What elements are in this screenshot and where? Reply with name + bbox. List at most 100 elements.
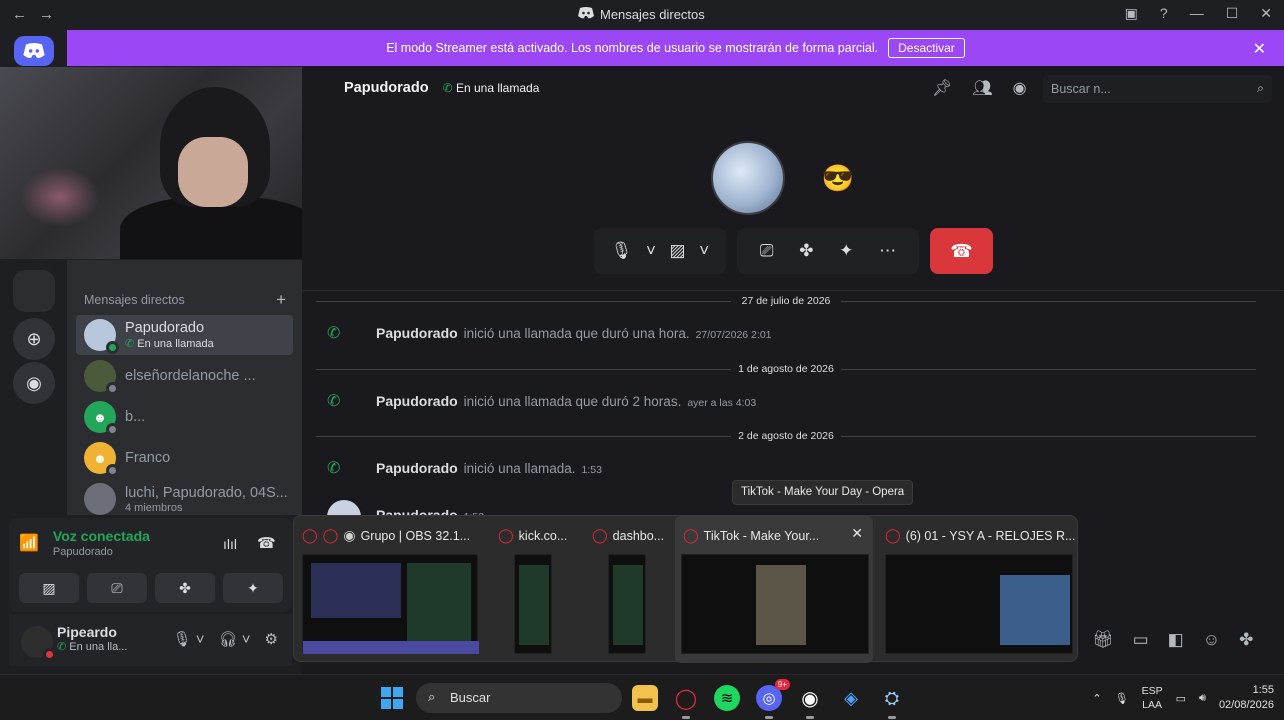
gift-icon[interactable]: 🎁︎ xyxy=(1092,630,1114,650)
add-friend-icon[interactable]: 👥︎ xyxy=(972,78,992,98)
search-input[interactable]: Buscar n... ⌕ xyxy=(1043,75,1272,103)
steam-icon[interactable]: ⛭ xyxy=(879,685,905,719)
nav-arrows[interactable]: ←→ xyxy=(12,6,66,23)
message-author[interactable]: Papudorado xyxy=(376,460,458,476)
inbox-icon[interactable]: ▣ xyxy=(1125,5,1138,22)
dm-item[interactable]: luchi, Papudorado, 04S... 4 miembros xyxy=(76,479,293,519)
chevron-down-icon[interactable]: ˅ xyxy=(699,241,709,261)
task-preview-dashboard[interactable]: ◯ dashbo... xyxy=(584,516,674,663)
signal-icon: 📶 xyxy=(19,535,39,552)
user-avatar[interactable] xyxy=(21,626,56,661)
dm-item[interactable]: elseñordelanoche ... xyxy=(76,356,293,396)
maximize-button[interactable]: ☐ xyxy=(1226,5,1239,22)
call-message: ✆ Papudorado inició una llamada. 1:53 xyxy=(327,458,602,478)
soundboard-button[interactable]: ✦ xyxy=(223,573,283,603)
file-explorer-icon[interactable]: ▬ xyxy=(632,685,658,711)
group-avatar xyxy=(84,483,116,515)
avatar: ☻ xyxy=(84,401,119,436)
channel-status: En una llamada xyxy=(455,81,540,95)
dm-name: Papudorado xyxy=(125,320,205,336)
app-icon[interactable]: ◈ xyxy=(838,685,864,711)
user-profile-icon[interactable]: ◉ xyxy=(1013,78,1027,98)
phone-icon: ✆ xyxy=(327,460,341,477)
add-server-icon[interactable]: ⊕ xyxy=(13,318,55,360)
message-author[interactable]: Papudorado xyxy=(376,325,458,341)
message-text: inició una llamada. xyxy=(463,461,576,476)
clock[interactable]: 1:55 02/08/2026 xyxy=(1219,683,1274,713)
screen-share-icon[interactable]: ⎚ xyxy=(760,241,774,261)
microphone-icon[interactable]: 🎙︎ xyxy=(611,241,633,261)
noise-suppression-icon[interactable]: ılıl xyxy=(223,536,237,552)
activities-button[interactable]: ✤ xyxy=(155,573,215,603)
composer-icons: 🎁︎ ▭ ◧ ☺ ✤ xyxy=(1092,630,1253,650)
task-preview-obs[interactable]: ◯ ◯ ◉ Grupo | OBS 32.1... xyxy=(294,516,484,663)
soundboard-icon[interactable]: ✦ xyxy=(839,241,853,261)
obs-icon[interactable]: ◉ xyxy=(797,685,823,719)
sticker-icon[interactable]: ◧ xyxy=(1168,630,1184,650)
call-message: ✆ Papudorado inició una llamada que duró… xyxy=(327,323,772,343)
opera-icon[interactable]: ◯ xyxy=(673,685,699,719)
task-preview-tiktok[interactable]: ◯ TikTok - Make Your... ✕ xyxy=(675,516,873,663)
minimize-button[interactable]: — xyxy=(1190,5,1204,22)
microphone-icon[interactable]: 🎙︎ ˅ xyxy=(173,630,205,648)
voice-title[interactable]: Voz conectada xyxy=(53,528,150,544)
preview-title: TikTok - Make Your... xyxy=(703,528,820,543)
message-author[interactable]: Papudorado xyxy=(376,393,458,409)
dm-item[interactable]: Papudorado ✆ En una llamada xyxy=(76,315,293,355)
dm-name: b... xyxy=(125,409,146,425)
dm-status: En una llamada xyxy=(137,338,214,350)
notification-badge: 9+ xyxy=(774,679,790,690)
taskbar-search[interactable]: ⌕ Buscar xyxy=(416,683,622,713)
close-icon[interactable]: ✕ xyxy=(851,525,863,542)
screen-share-button[interactable]: ⎚ xyxy=(87,573,147,603)
camera-off-icon[interactable]: ▨ xyxy=(670,241,686,261)
pin-icon[interactable]: 📌︎ xyxy=(932,78,952,98)
more-icon[interactable]: ⋯ xyxy=(879,241,896,261)
camera-off-button[interactable]: ▨ xyxy=(19,573,79,603)
start-button[interactable] xyxy=(381,687,403,709)
network-icon[interactable]: ▭ xyxy=(1176,692,1186,705)
gif-icon[interactable]: ▭ xyxy=(1133,630,1149,650)
hang-up-button[interactable]: ☎ xyxy=(930,228,993,274)
chevron-down-icon[interactable]: ˅ xyxy=(646,241,656,261)
dm-name: luchi, Papudorado, 04S... xyxy=(125,484,288,501)
task-preview-youtube[interactable]: ◯ (6) 01 - YSY A - RELOJES R... xyxy=(877,516,1077,663)
spotify-icon[interactable]: ≋ xyxy=(714,685,740,711)
search-placeholder: Buscar n... xyxy=(1051,82,1111,96)
server-icon[interactable] xyxy=(13,270,55,312)
call-participant-avatar[interactable] xyxy=(711,141,785,215)
taskbar-tooltip: TikTok - Make Your Day - Opera xyxy=(732,480,914,505)
activities-icon[interactable]: ✤ xyxy=(799,241,813,261)
chevron-up-icon[interactable]: ⌃ xyxy=(1092,692,1101,705)
preview-title: kick.co... xyxy=(518,528,568,543)
date-separator: 1 de agosto de 2026 xyxy=(316,363,1256,375)
title-bar: ←→ Mensajes directos ▣ ? — ☐ ✕ xyxy=(0,0,1284,30)
discord-icon[interactable]: ◎ 9+ xyxy=(756,679,790,719)
explore-icon[interactable]: ◉ xyxy=(13,362,55,404)
opera-icon: ◯ xyxy=(683,527,699,543)
preview-title: dashbo... xyxy=(612,528,665,543)
volume-icon[interactable]: 🔊︎ xyxy=(1199,692,1206,705)
home-button[interactable] xyxy=(14,36,54,66)
dm-item[interactable]: ☻ Franco xyxy=(76,438,293,478)
close-window-button[interactable]: ✕ xyxy=(1260,5,1272,22)
language-indicator[interactable]: ESP LAA xyxy=(1142,684,1163,712)
task-preview-kick[interactable]: ◯ kick.co... xyxy=(490,516,582,663)
webcam-overlay xyxy=(0,67,345,259)
disconnect-icon[interactable]: ☎ xyxy=(257,534,276,552)
divider xyxy=(302,290,1284,291)
microphone-icon[interactable]: 🎙︎ xyxy=(1115,692,1129,705)
headphones-icon[interactable]: 🎧︎ ˅ xyxy=(219,630,251,648)
apps-icon[interactable]: ✤ xyxy=(1239,630,1253,650)
channel-name: Papudorado xyxy=(344,80,429,96)
message-timestamp: 1:53 xyxy=(581,464,602,476)
avatar xyxy=(84,360,119,395)
emoji-icon[interactable]: ☺ xyxy=(1203,630,1220,650)
settings-gear-icon[interactable]: ⚙ xyxy=(265,630,278,648)
dm-item[interactable]: ☻ b... xyxy=(76,397,293,437)
call-participant-emoji-avatar[interactable]: 😎 xyxy=(821,164,855,192)
help-icon[interactable]: ? xyxy=(1160,5,1168,22)
deactivate-button[interactable]: Desactivar xyxy=(888,38,965,58)
close-icon[interactable]: ✕ xyxy=(1253,39,1266,59)
new-dm-icon[interactable]: + xyxy=(276,290,286,310)
